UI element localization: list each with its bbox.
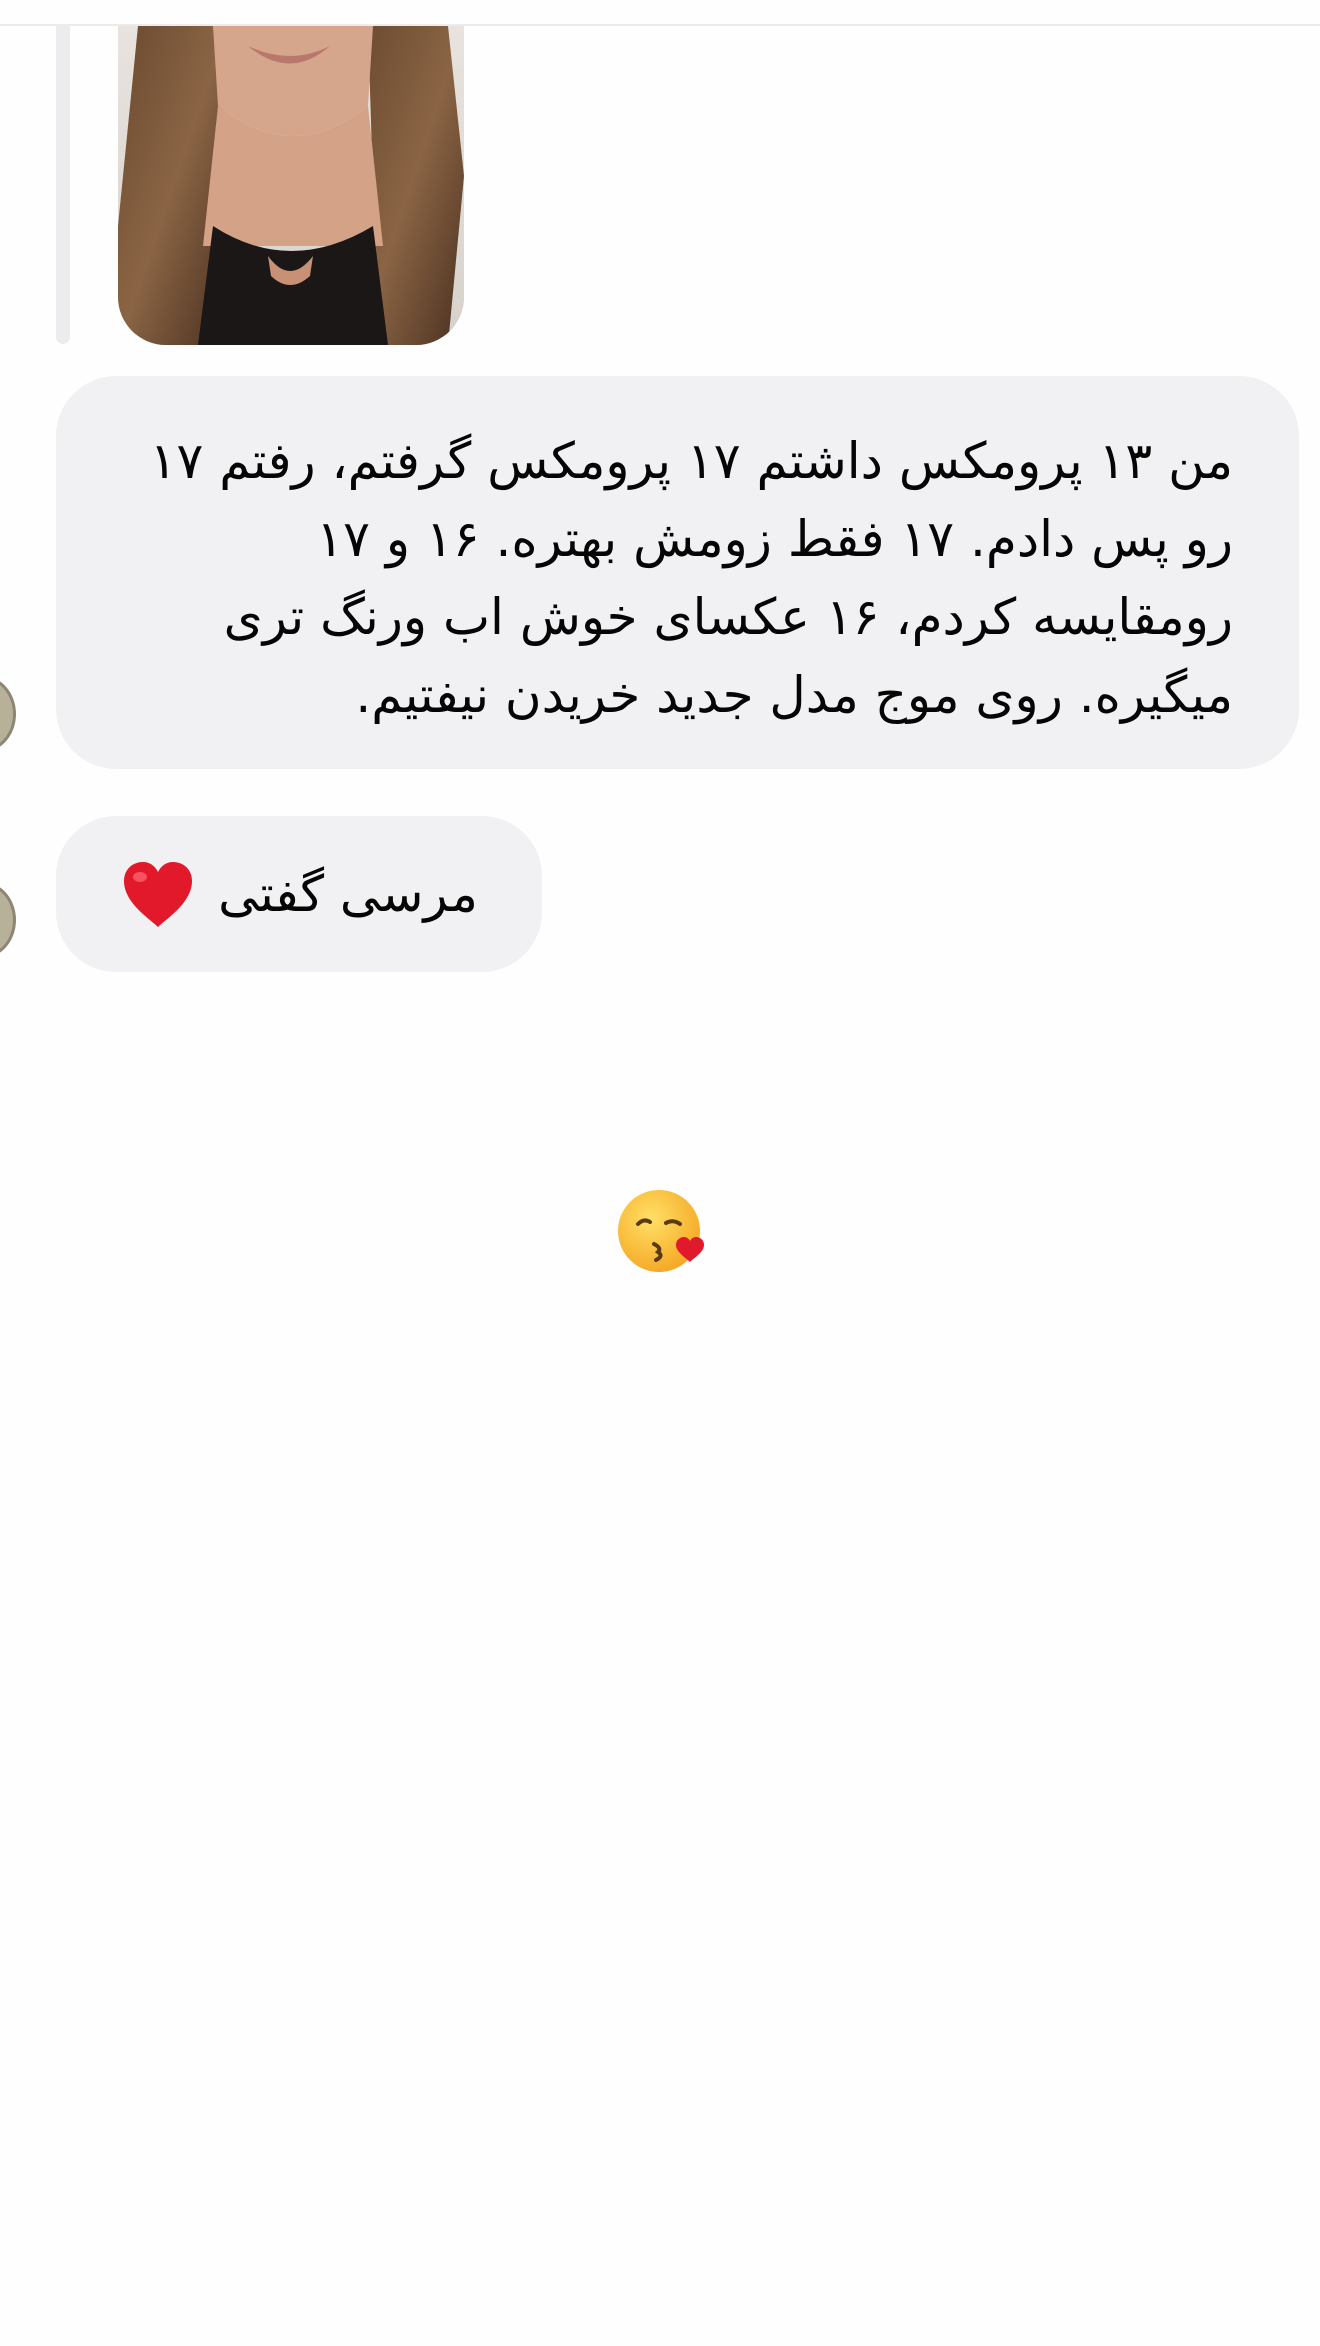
- shared-photo[interactable]: [118, 26, 464, 345]
- reply-indicator-bar: [56, 26, 70, 344]
- face-blowing-a-kiss-icon[interactable]: [616, 1188, 706, 1278]
- woman-photo-image: [118, 26, 464, 345]
- message-text: من ۱۳ پرومکس داشتم ۱۷ پرومکس گرفتم، رفتم…: [149, 432, 1233, 724]
- sender-avatar[interactable]: [0, 882, 16, 958]
- sender-avatar[interactable]: [0, 676, 16, 752]
- message-bubble[interactable]: من ۱۳ پرومکس داشتم ۱۷ پرومکس گرفتم، رفتم…: [56, 376, 1299, 769]
- message-bubble[interactable]: مرسی گفتی: [56, 816, 542, 972]
- message-text: مرسی گفتی: [218, 865, 478, 923]
- red-heart-icon: [124, 862, 193, 927]
